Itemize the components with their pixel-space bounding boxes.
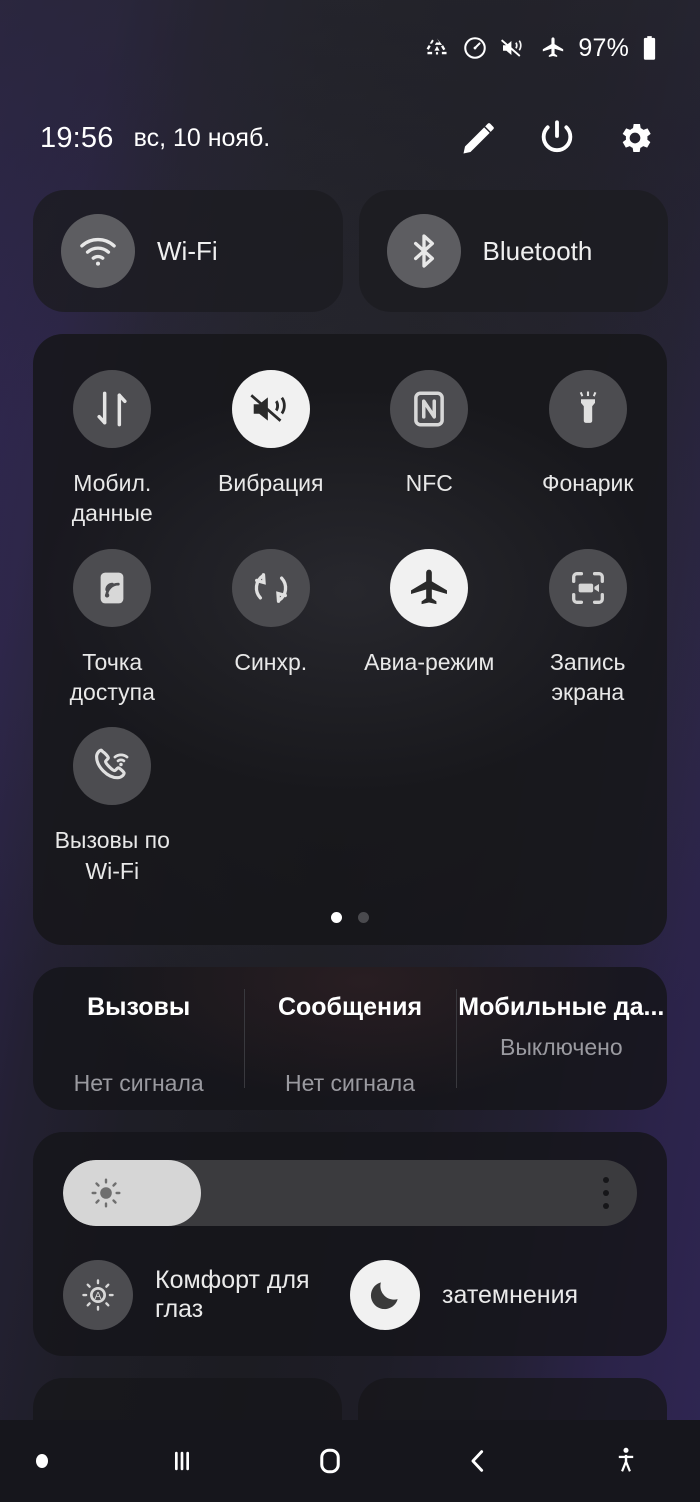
- tile-hotspot[interactable]: Точка доступа: [33, 548, 192, 728]
- network-status-title: Вызовы: [87, 993, 191, 1022]
- nav-indicator-dot: [36, 1454, 48, 1468]
- network-status-title: Мобильные да...: [458, 993, 665, 1022]
- tile-label: Вибрация: [218, 470, 324, 496]
- date-label: вс, 10 нояб.: [133, 123, 271, 152]
- svg-text:A: A: [95, 1291, 102, 1302]
- data-saver-icon: [424, 35, 450, 61]
- eye-comfort-icon: A: [63, 1260, 133, 1331]
- settings-gear-icon[interactable]: [604, 107, 666, 169]
- bluetooth-icon: [386, 214, 461, 288]
- network-status-calls[interactable]: Вызовы Нет сигнала: [33, 967, 244, 1110]
- quick-settings-panel: Мобил. данные Вибрация NFC Фонарик Точка…: [33, 334, 667, 946]
- tile-label: Вызовы по Wi-Fi: [54, 827, 170, 884]
- accessibility-icon[interactable]: [552, 1444, 700, 1478]
- wifi-pill-label: Wi-Fi: [157, 235, 218, 266]
- wifi-icon: [61, 214, 135, 288]
- kebab-menu-icon[interactable]: [603, 1177, 609, 1210]
- back-icon[interactable]: [404, 1444, 552, 1478]
- mobile-data-icon: [73, 370, 152, 448]
- network-status-value: Нет сигнала: [284, 1070, 415, 1097]
- network-status-value: Выключено: [500, 1034, 623, 1061]
- recents-icon[interactable]: [108, 1444, 256, 1478]
- brightness-slider-fill: [63, 1160, 201, 1227]
- tile-grid: Мобил. данные Вибрация NFC Фонарик Точка…: [33, 370, 667, 906]
- battery-full-icon: [641, 35, 658, 62]
- screen-record-icon: [548, 548, 627, 627]
- wifi-pill[interactable]: Wi-Fi: [33, 190, 343, 312]
- tile-label: Мобил. данные: [71, 470, 153, 527]
- wifi-calling-icon: [73, 727, 152, 806]
- panel-page-indicator: [33, 906, 667, 924]
- airplane-icon: [540, 35, 566, 61]
- tile-sync[interactable]: Синхр.: [192, 548, 351, 728]
- dashboard-speed-icon: [462, 35, 488, 61]
- quick-settings-screen: 97% 19:56 вс, 10 нояб. Wi-Fi Bluetooth М…: [0, 0, 700, 1502]
- vibrate-icon: [231, 370, 310, 448]
- nfc-icon: [390, 370, 469, 448]
- page-dot-1[interactable]: [331, 912, 342, 924]
- page-dot-2[interactable]: [358, 912, 369, 924]
- tile-flashlight[interactable]: Фонарик: [509, 370, 668, 549]
- sync-icon: [231, 548, 310, 627]
- qs-header: 19:56 вс, 10 нояб.: [0, 96, 700, 180]
- power-icon[interactable]: [526, 107, 588, 169]
- tile-vibrate[interactable]: Вибрация: [192, 370, 351, 549]
- network-status-value: Нет сигнала: [73, 1070, 204, 1097]
- airplane-icon: [390, 548, 469, 627]
- clock-label: 19:56: [40, 121, 114, 154]
- dark-mode-toggle[interactable]: затемнения: [350, 1260, 637, 1331]
- tile-label: NFC: [405, 470, 453, 496]
- edit-pencil-icon[interactable]: [448, 107, 510, 169]
- network-status-title: Сообщения: [277, 993, 423, 1022]
- brightness-slider[interactable]: [63, 1160, 637, 1227]
- home-icon[interactable]: [256, 1442, 404, 1480]
- status-bar: 97%: [0, 0, 700, 96]
- connectivity-pill-row: Wi-Fi Bluetooth: [0, 180, 700, 312]
- mute-vibrate-icon: [500, 35, 528, 61]
- dark-mode-moon-icon: [350, 1260, 420, 1331]
- tile-screen-record[interactable]: Запись экрана: [509, 548, 668, 728]
- network-status-messages[interactable]: Сообщения Нет сигнала: [244, 967, 455, 1110]
- tile-label: Запись экрана: [550, 648, 626, 706]
- tile-airplane-mode[interactable]: Авиа-режим: [350, 548, 509, 728]
- brightness-card: A Комфорт для глаз затемнения: [33, 1132, 667, 1357]
- tile-label: Фонарик: [542, 470, 634, 496]
- network-status-card: Вызовы Нет сигнала Сообщения Нет сигнала…: [33, 967, 667, 1111]
- brightness-sun-icon: [89, 1176, 123, 1210]
- eye-comfort-label: Комфорт для глаз: [155, 1266, 310, 1324]
- tile-label: Точка доступа: [69, 648, 155, 706]
- bluetooth-pill-label: Bluetooth: [482, 235, 593, 266]
- network-status-mobile-data[interactable]: Мобильные да... Выключено: [455, 967, 667, 1110]
- eye-comfort-toggle[interactable]: A Комфорт для глаз: [63, 1260, 350, 1331]
- display-mode-row: A Комфорт для глаз затемнения: [63, 1260, 637, 1331]
- hotspot-icon: [73, 548, 152, 627]
- tile-wifi-calling[interactable]: Вызовы по Wi-Fi: [33, 727, 192, 906]
- flashlight-icon: [548, 370, 627, 448]
- dark-mode-label: затемнения: [442, 1280, 579, 1309]
- tile-label: Синхр.: [234, 648, 308, 675]
- battery-percent-label: 97%: [578, 33, 629, 62]
- navigation-bar: [0, 1420, 700, 1502]
- tile-mobile-data[interactable]: Мобил. данные: [33, 370, 192, 549]
- bluetooth-pill[interactable]: Bluetooth: [358, 190, 668, 312]
- tile-label: Авиа-режим: [364, 648, 495, 675]
- tile-nfc[interactable]: NFC: [350, 370, 509, 549]
